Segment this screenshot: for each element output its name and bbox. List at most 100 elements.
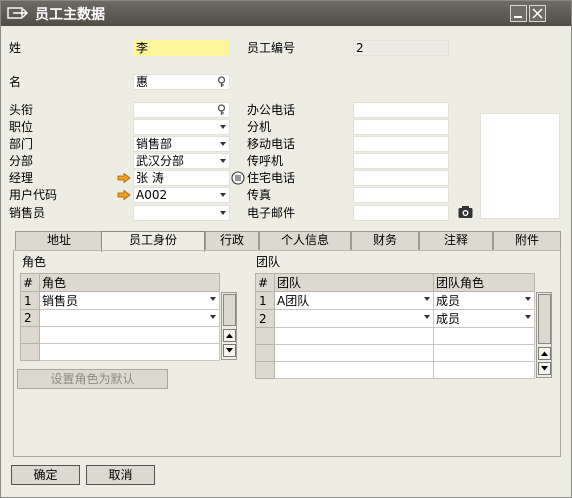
salesperson-dropdown[interactable]	[133, 205, 230, 221]
roles-section-label: 角色	[22, 255, 47, 269]
role-cell[interactable]	[39, 309, 220, 327]
user-code-value: A002	[136, 188, 168, 202]
link-arrow-icon[interactable]	[117, 173, 131, 183]
manager-field[interactable]: 张 涛	[133, 170, 230, 186]
link-arrow-icon[interactable]	[117, 190, 131, 200]
branch-dropdown[interactable]: 武汉分部	[133, 153, 230, 169]
tab-address[interactable]: 地址	[15, 231, 103, 250]
teams-scrollbar[interactable]	[536, 292, 552, 378]
chevron-down-icon	[525, 297, 531, 301]
home-phone-field[interactable]	[353, 170, 449, 186]
scroll-down-button[interactable]	[223, 344, 236, 357]
cancel-button[interactable]: 取消	[86, 465, 155, 485]
fax-label: 传真	[247, 188, 272, 202]
pager-field[interactable]	[353, 153, 449, 169]
row-number[interactable]	[255, 344, 275, 362]
table-row[interactable]	[255, 361, 535, 379]
tab-employee-identity[interactable]: 员工身份	[101, 231, 205, 252]
salesperson-label: 销售员	[9, 206, 46, 220]
window-title: 员工主数据	[35, 7, 105, 23]
row-number[interactable]	[20, 326, 40, 344]
scroll-down-button[interactable]	[538, 362, 551, 375]
mobile-phone-field[interactable]	[353, 136, 449, 152]
user-code-label: 用户代码	[9, 188, 58, 202]
table-row[interactable]	[20, 343, 220, 361]
team-cell[interactable]: A团队	[274, 291, 434, 310]
close-button[interactable]	[529, 5, 546, 22]
employee-master-data-window: 员工主数据 姓 李 名 惠 头衔 职位 部门 销售部 分部 武汉分部 经理 张 …	[0, 0, 572, 498]
column-header-role: 角色	[39, 273, 220, 292]
tab-administration[interactable]: 行政	[205, 231, 259, 250]
tab-finance[interactable]: 财务	[351, 231, 419, 250]
email-label: 电子邮件	[247, 206, 296, 220]
last-name-field[interactable]: 李	[133, 40, 230, 56]
role-cell[interactable]	[39, 326, 220, 344]
scrollbar-thumb[interactable]	[223, 294, 236, 326]
table-row[interactable]: 1 A团队 成员	[255, 291, 535, 310]
table-row[interactable]	[20, 326, 220, 344]
roles-scrollbar[interactable]	[221, 292, 237, 360]
team-role-cell[interactable]	[433, 344, 535, 362]
arrow-down-icon	[226, 348, 233, 353]
team-role-cell[interactable]: 成员	[433, 291, 535, 310]
row-number[interactable]: 2	[255, 309, 275, 328]
tab-personal-info[interactable]: 个人信息	[259, 231, 351, 250]
minimize-button[interactable]	[510, 5, 527, 22]
set-default-role-button[interactable]: 设置角色为默认	[17, 369, 168, 389]
team-role-cell[interactable]	[433, 327, 535, 345]
employee-photo[interactable]	[480, 113, 560, 219]
row-number[interactable]: 1	[20, 291, 40, 310]
table-row[interactable]: 1 销售员	[20, 291, 220, 310]
row-number[interactable]	[20, 343, 40, 361]
team-role-cell[interactable]: 成员	[433, 309, 535, 328]
team-cell[interactable]	[274, 344, 434, 362]
chevron-down-icon	[220, 125, 226, 129]
table-row[interactable]	[255, 344, 535, 362]
fax-field[interactable]	[353, 187, 449, 203]
table-row[interactable]: 2 成员	[255, 309, 535, 328]
team-cell[interactable]	[274, 327, 434, 345]
table-row[interactable]	[255, 327, 535, 345]
camera-icon[interactable]	[458, 205, 473, 219]
user-code-dropdown[interactable]: A002	[133, 187, 230, 203]
role-value: 销售员	[42, 294, 79, 308]
department-label: 部门	[9, 137, 34, 151]
tab-attachments[interactable]: 附件	[493, 231, 561, 250]
ok-button[interactable]: 确定	[11, 465, 80, 485]
team-cell[interactable]	[274, 361, 434, 379]
title-field[interactable]	[133, 102, 230, 118]
first-name-field[interactable]: 惠	[133, 74, 230, 90]
arrow-up-icon	[541, 351, 548, 356]
extension-field[interactable]	[353, 119, 449, 135]
chevron-down-icon	[210, 315, 216, 319]
tab-remarks[interactable]: 注释	[419, 231, 493, 250]
formatted-search-icon[interactable]	[216, 76, 227, 88]
department-dropdown[interactable]: 销售部	[133, 136, 230, 152]
formatted-search-icon[interactable]	[216, 104, 227, 116]
column-header-number: #	[20, 273, 40, 292]
mobile-phone-label: 移动电话	[247, 137, 296, 151]
role-cell[interactable]	[39, 343, 220, 361]
scroll-up-button[interactable]	[538, 347, 551, 360]
row-number[interactable]: 1	[255, 291, 275, 310]
close-icon	[532, 8, 543, 19]
team-role-cell[interactable]	[433, 361, 535, 379]
team-cell[interactable]	[274, 309, 434, 328]
row-number[interactable]	[255, 327, 275, 345]
chevron-down-icon	[220, 193, 226, 197]
role-cell[interactable]: 销售员	[39, 291, 220, 310]
window-icon	[7, 7, 28, 19]
position-label: 职位	[9, 120, 34, 134]
minimize-icon	[514, 16, 522, 18]
row-number[interactable]	[255, 361, 275, 379]
office-phone-field[interactable]	[353, 102, 449, 118]
row-number[interactable]: 2	[20, 309, 40, 327]
scroll-up-button[interactable]	[223, 329, 236, 342]
email-field[interactable]	[353, 205, 449, 221]
list-choice-icon[interactable]	[231, 171, 245, 185]
roles-table: # 角色 1 销售员 2	[20, 273, 220, 361]
branch-label: 分部	[9, 154, 34, 168]
table-row[interactable]: 2	[20, 309, 220, 327]
scrollbar-thumb[interactable]	[538, 294, 551, 344]
position-dropdown[interactable]	[133, 119, 230, 135]
